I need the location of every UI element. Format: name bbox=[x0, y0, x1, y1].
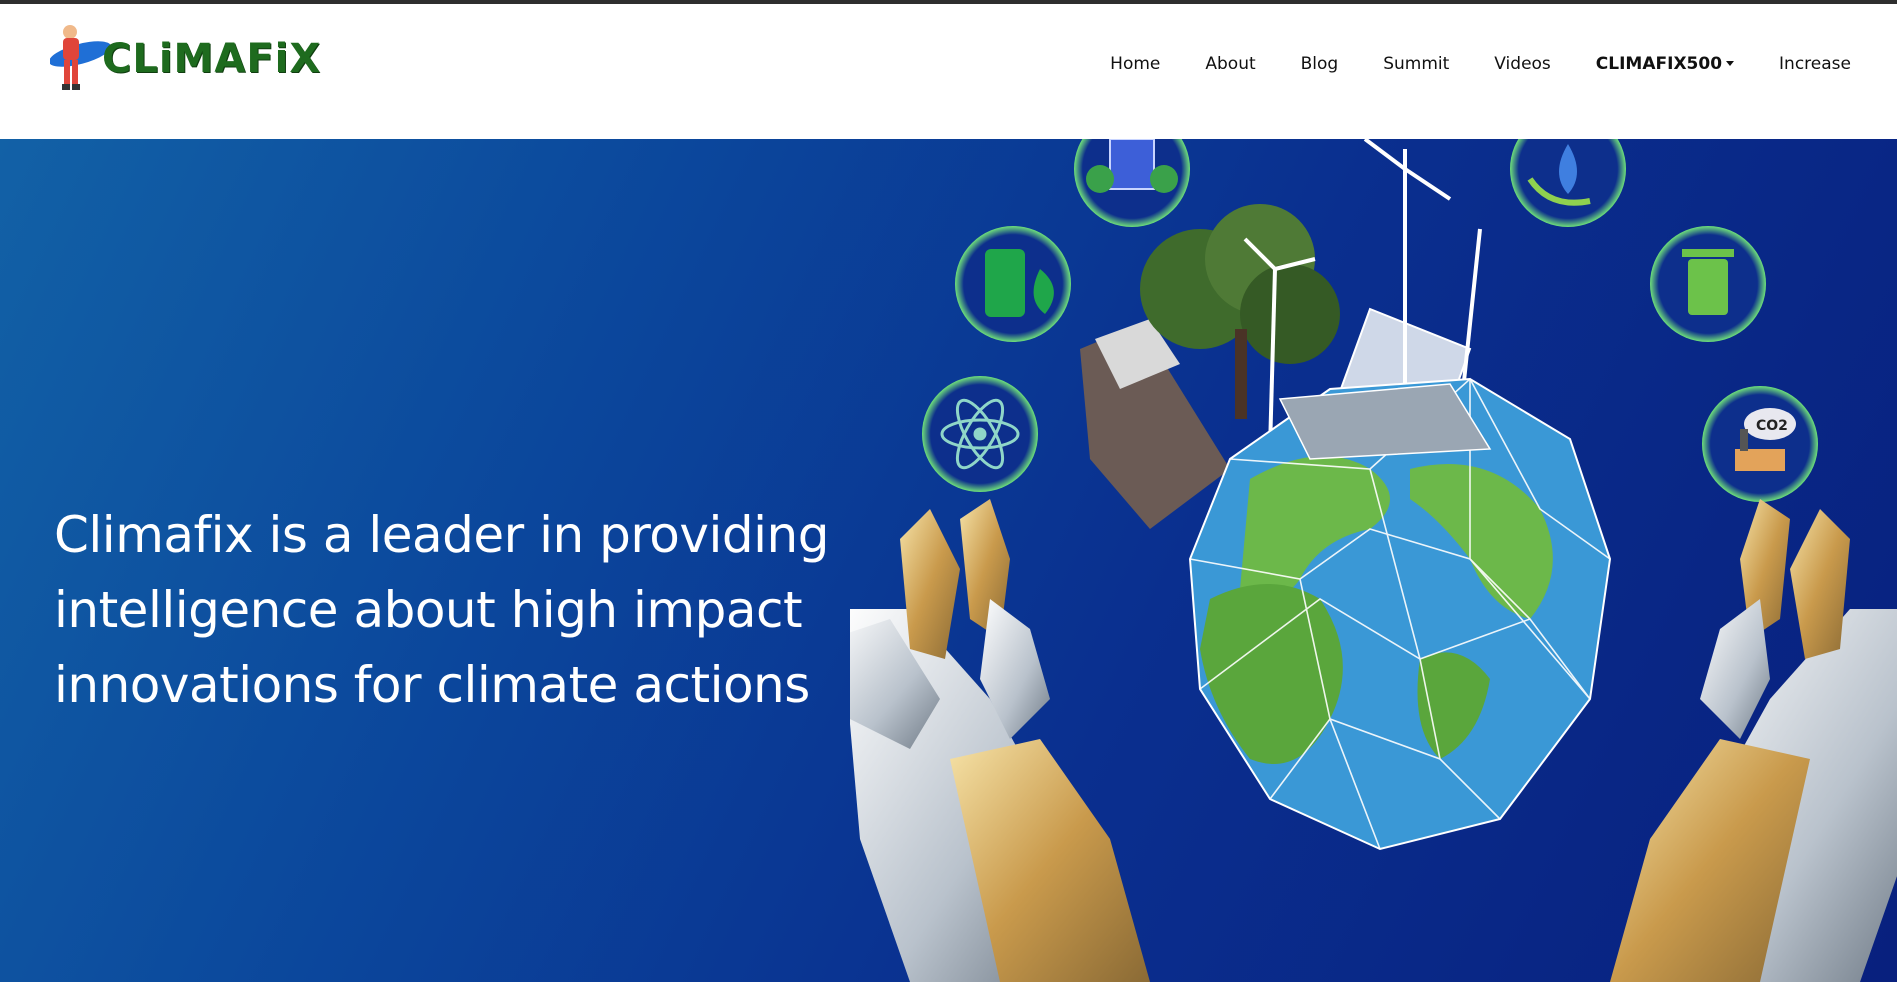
water-cycle-icon bbox=[1510, 139, 1626, 227]
nav-climafix500-label: CLIMAFIX500 bbox=[1595, 54, 1723, 74]
green-battery-icon bbox=[955, 226, 1071, 342]
nav-increase[interactable]: Increase bbox=[1779, 54, 1851, 74]
headline-line-3: innovations for climate actions bbox=[54, 655, 810, 714]
co2-factory-icon: CO2 bbox=[1702, 386, 1818, 502]
caret-down-icon bbox=[1726, 61, 1735, 66]
nav-about[interactable]: About bbox=[1205, 54, 1255, 74]
nav-climafix500-dropdown[interactable]: CLIMAFIX500 bbox=[1595, 54, 1735, 74]
headline-line-1: Climafix is a leader in providing bbox=[54, 505, 829, 564]
right-robot-hand-icon bbox=[1610, 499, 1897, 982]
logo-text: CLiMAFiX bbox=[102, 36, 322, 82]
earth-globe-icon bbox=[1188, 377, 1612, 851]
left-robot-hand-icon bbox=[850, 499, 1150, 982]
solar-recycle-icon bbox=[1074, 139, 1190, 227]
hero-headline: Climafix is a leader in providing intell… bbox=[54, 498, 854, 723]
co2-label: CO2 bbox=[1756, 418, 1788, 434]
nav-blog[interactable]: Blog bbox=[1301, 54, 1339, 74]
brand-logo[interactable]: CLiMAFiX bbox=[50, 18, 320, 100]
nav-summit[interactable]: Summit bbox=[1383, 54, 1449, 74]
recycle-bin-icon bbox=[1650, 226, 1766, 342]
nav-videos[interactable]: Videos bbox=[1494, 54, 1551, 74]
main-nav: Home About Blog Summit Videos CLIMAFIX50… bbox=[1065, 54, 1851, 74]
nav-home[interactable]: Home bbox=[1110, 54, 1160, 74]
hero-section: Climafix is a leader in providing intell… bbox=[0, 139, 1897, 982]
site-header: CLiMAFiX Home About Blog Summit Videos C… bbox=[0, 4, 1897, 139]
headline-line-2: intelligence about high impact bbox=[54, 580, 803, 639]
earth-robot-hands-illustration: CO2 bbox=[850, 139, 1897, 982]
atom-icon bbox=[922, 376, 1038, 492]
